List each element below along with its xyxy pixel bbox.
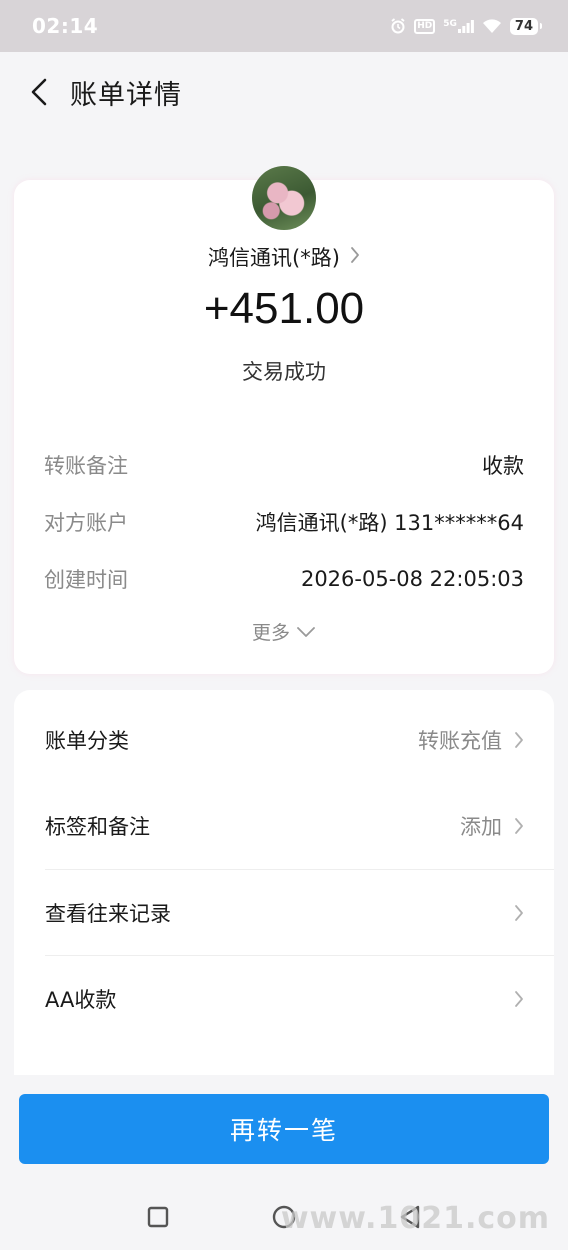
battery-indicator: 74 [509, 17, 543, 35]
transaction-status: 交易成功 [242, 360, 326, 384]
bill-actions-card: 账单分类 转账充值 标签和备注 添加 查看往来记录 AA收款 [14, 690, 554, 1090]
more-label: 更多 [251, 622, 290, 644]
list-item-bill-category[interactable]: 账单分类 转账充值 [14, 697, 554, 783]
chevron-right-icon [515, 905, 523, 921]
page-title: 账单详情 [70, 79, 182, 111]
status-icons: HD 5G 74 [390, 17, 543, 35]
merchant-name: 鸿信通讯(*路) [208, 246, 340, 270]
back-button[interactable] [24, 72, 54, 112]
nav-header: 账单详情 [0, 52, 568, 132]
chevron-right-icon [515, 818, 523, 834]
list-item-label: 查看往来记录 [45, 902, 171, 926]
detail-row-counterparty: 对方账户 鸿信通讯(*路) 131******64 [44, 507, 524, 537]
chevron-left-icon [31, 78, 47, 106]
detail-row-remark: 转账备注 收款 [44, 450, 524, 480]
merchant-link[interactable]: 鸿信通讯(*路) [14, 242, 554, 272]
chevron-down-icon [297, 627, 315, 637]
list-item-value: 添加 [460, 815, 502, 839]
detail-row-created-time: 创建时间 2026-05-08 22:05:03 [44, 564, 524, 594]
list-item-tags-notes[interactable]: 标签和备注 添加 [14, 783, 554, 869]
list-item-value: 转账充值 [418, 729, 502, 753]
detail-value: 收款 [482, 454, 524, 478]
detail-label: 创建时间 [44, 568, 128, 592]
transaction-amount: +451.00 [203, 284, 365, 333]
5g-signal-icon: 5G [443, 19, 474, 33]
alarm-icon [390, 18, 406, 34]
wifi-icon [482, 18, 502, 34]
list-item-transaction-history[interactable]: 查看往来记录 [14, 870, 554, 956]
network-label: 5G [443, 19, 457, 29]
chevron-right-icon [515, 991, 523, 1007]
detail-label: 对方账户 [44, 511, 128, 535]
watermark: www.1021.com [280, 1201, 550, 1236]
hd-icon: HD [414, 18, 436, 34]
transfer-again-button[interactable]: 再转一笔 [19, 1094, 549, 1164]
detail-label: 转账备注 [44, 454, 128, 478]
detail-value: 2026-05-08 22:05:03 [300, 567, 524, 591]
list-item-label: 标签和备注 [45, 815, 150, 839]
list-item-label: 账单分类 [45, 729, 129, 753]
status-time: 02:14 [32, 14, 99, 38]
merchant-avatar[interactable] [252, 166, 316, 230]
status-bar: 02:14 HD 5G 74 [0, 0, 568, 52]
chevron-right-icon [350, 245, 360, 269]
detail-value: 鸿信通讯(*路) 131******64 [255, 511, 524, 535]
more-toggle[interactable]: 更多 [14, 618, 554, 645]
chevron-right-icon [515, 732, 523, 748]
square-recents-icon[interactable] [147, 1206, 169, 1232]
list-item-aa-collect[interactable]: AA收款 [14, 956, 554, 1042]
list-item-label: AA收款 [45, 988, 117, 1012]
bill-summary-card: 鸿信通讯(*路) +451.00 交易成功 转账备注 收款 对方账户 鸿信通讯(… [14, 166, 554, 674]
